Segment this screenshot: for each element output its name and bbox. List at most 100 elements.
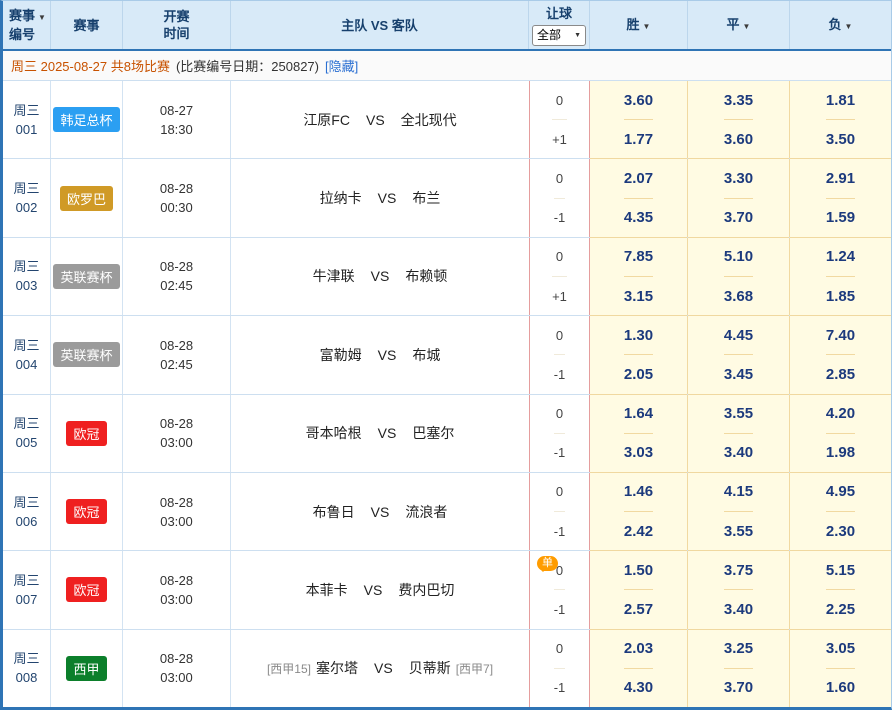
competition-cell: 韩足总杯 — [51, 81, 123, 158]
header-event-no[interactable]: 赛事▼ 编号 — [3, 1, 51, 49]
odds-lose[interactable]: 2.25 — [826, 589, 855, 628]
odds-draw[interactable]: 4.15 — [724, 473, 753, 511]
handicap-cell: 0 +1 — [529, 81, 590, 158]
lose-odds-column: 5.15 2.25 — [790, 551, 891, 628]
vs-label: VS — [374, 660, 393, 676]
match-date: 08-27 — [160, 101, 193, 120]
odds-draw[interactable]: 3.70 — [724, 668, 753, 707]
vs-label: VS — [378, 190, 397, 206]
match-time: 03:00 — [160, 433, 193, 452]
odds-win[interactable]: 3.15 — [624, 276, 653, 315]
odds-lose[interactable]: 1.60 — [826, 668, 855, 707]
away-team: 费内巴切 — [398, 580, 454, 600]
odds-win[interactable]: 2.57 — [624, 589, 653, 628]
odds-draw[interactable]: 3.70 — [724, 198, 753, 237]
odds-win[interactable]: 2.03 — [624, 630, 653, 668]
teams-cell: [西甲15] 塞尔塔 VS 贝蒂斯 [西甲7] — [231, 630, 529, 707]
match-day: 周三 — [13, 179, 39, 198]
odds-draw[interactable]: 3.25 — [724, 630, 753, 668]
away-team: 贝蒂斯 — [409, 658, 451, 678]
match-number: 002 — [16, 198, 38, 217]
draw-odds-column: 3.25 3.70 — [688, 630, 790, 707]
odds-draw[interactable]: 3.30 — [724, 159, 753, 197]
odds-lose[interactable]: 2.85 — [826, 354, 855, 393]
home-team: 拉纳卡 — [320, 188, 362, 208]
odds-draw[interactable]: 3.45 — [724, 354, 753, 393]
teams-cell: 本菲卡 VS 费内巴切 — [231, 551, 529, 628]
competition-badge: 欧冠 — [66, 421, 106, 446]
odds-win[interactable]: 1.30 — [624, 316, 653, 354]
handicap-value: -1 — [554, 354, 566, 393]
odds-lose[interactable]: 1.24 — [826, 238, 855, 276]
odds-lose[interactable]: 3.50 — [826, 119, 855, 158]
odds-lose[interactable]: 1.59 — [826, 198, 855, 237]
handicap-value: 0 — [556, 630, 563, 668]
handicap-filter-select[interactable]: 全部 ▼ — [532, 25, 586, 46]
odds-win[interactable]: 4.35 — [624, 198, 653, 237]
competition-badge: 欧罗巴 — [60, 186, 113, 211]
header-handicap-label: 让球 — [546, 5, 572, 22]
time-cell: 08-28 03:00 — [123, 630, 231, 707]
odds-lose[interactable]: 7.40 — [826, 316, 855, 354]
table-header: 赛事▼ 编号 赛事 开赛 时间 主队 VS 客队 让球 全部 ▼ 胜▼ 平▼ 负… — [3, 1, 891, 51]
odds-win[interactable]: 1.64 — [624, 395, 653, 433]
header-lose[interactable]: 负▼ — [790, 1, 891, 49]
match-row: 周三 002 欧罗巴 08-28 00:30 拉纳卡 VS 布兰 0 -1 2.… — [3, 159, 891, 237]
home-team: 江原FC — [303, 110, 350, 130]
odds-draw[interactable]: 3.40 — [724, 589, 753, 628]
odds-lose[interactable]: 1.81 — [826, 81, 855, 119]
event-no-cell: 周三 005 — [3, 395, 51, 472]
win-odds-column: 1.46 2.42 — [590, 473, 688, 550]
competition-badge: 韩足总杯 — [53, 107, 119, 132]
odds-lose[interactable]: 5.15 — [826, 551, 855, 589]
odds-lose[interactable]: 1.98 — [826, 433, 855, 472]
odds-win[interactable]: 7.85 — [624, 238, 653, 276]
odds-win[interactable]: 3.03 — [624, 433, 653, 472]
handicap-cell: 单 0 -1 — [529, 551, 590, 628]
time-cell: 08-28 03:00 — [123, 473, 231, 550]
odds-draw[interactable]: 3.55 — [724, 395, 753, 433]
draw-odds-column: 4.45 3.45 — [688, 316, 790, 393]
odds-lose[interactable]: 2.91 — [826, 159, 855, 197]
home-team: 牛津联 — [313, 266, 355, 286]
time-cell: 08-28 02:45 — [123, 238, 231, 315]
away-team: 布城 — [412, 345, 440, 365]
handicap-value: -1 — [554, 589, 566, 628]
handicap-filter-value: 全部 — [537, 27, 561, 44]
handicap-value: -1 — [554, 198, 566, 237]
header-draw[interactable]: 平▼ — [688, 1, 790, 49]
odds-draw[interactable]: 4.45 — [724, 316, 753, 354]
odds-draw[interactable]: 5.10 — [724, 238, 753, 276]
odds-draw[interactable]: 3.55 — [724, 511, 753, 550]
odds-win[interactable]: 3.60 — [624, 81, 653, 119]
odds-win[interactable]: 1.77 — [624, 119, 653, 158]
vs-label: VS — [378, 425, 397, 441]
odds-win[interactable]: 1.50 — [624, 551, 653, 589]
handicap-cell: 0 -1 — [529, 395, 590, 472]
odds-lose[interactable]: 2.30 — [826, 511, 855, 550]
odds-lose[interactable]: 4.95 — [826, 473, 855, 511]
odds-lose[interactable]: 3.05 — [826, 630, 855, 668]
odds-win[interactable]: 2.42 — [624, 511, 653, 550]
odds-win[interactable]: 4.30 — [624, 668, 653, 707]
single-tag: 单 — [537, 556, 558, 571]
header-win[interactable]: 胜▼ — [590, 1, 688, 49]
lose-odds-column: 1.24 1.85 — [790, 238, 891, 315]
odds-win[interactable]: 2.07 — [624, 159, 653, 197]
odds-lose[interactable]: 1.85 — [826, 276, 855, 315]
odds-draw[interactable]: 3.40 — [724, 433, 753, 472]
match-date: 08-28 — [160, 571, 193, 590]
lose-odds-column: 4.20 1.98 — [790, 395, 891, 472]
header-event-no-label-1: 赛事 — [9, 8, 35, 23]
odds-win[interactable]: 1.46 — [624, 473, 653, 511]
handicap-value: 0 — [556, 81, 563, 119]
odds-draw[interactable]: 3.60 — [724, 119, 753, 158]
odds-draw[interactable]: 3.35 — [724, 81, 753, 119]
odds-lose[interactable]: 4.20 — [826, 395, 855, 433]
odds-draw[interactable]: 3.75 — [724, 551, 753, 589]
header-win-label: 胜 — [627, 17, 640, 32]
odds-win[interactable]: 2.05 — [624, 354, 653, 393]
hide-link[interactable]: [隐藏] — [325, 56, 358, 75]
odds-draw[interactable]: 3.68 — [724, 276, 753, 315]
header-time: 开赛 时间 — [123, 1, 231, 49]
